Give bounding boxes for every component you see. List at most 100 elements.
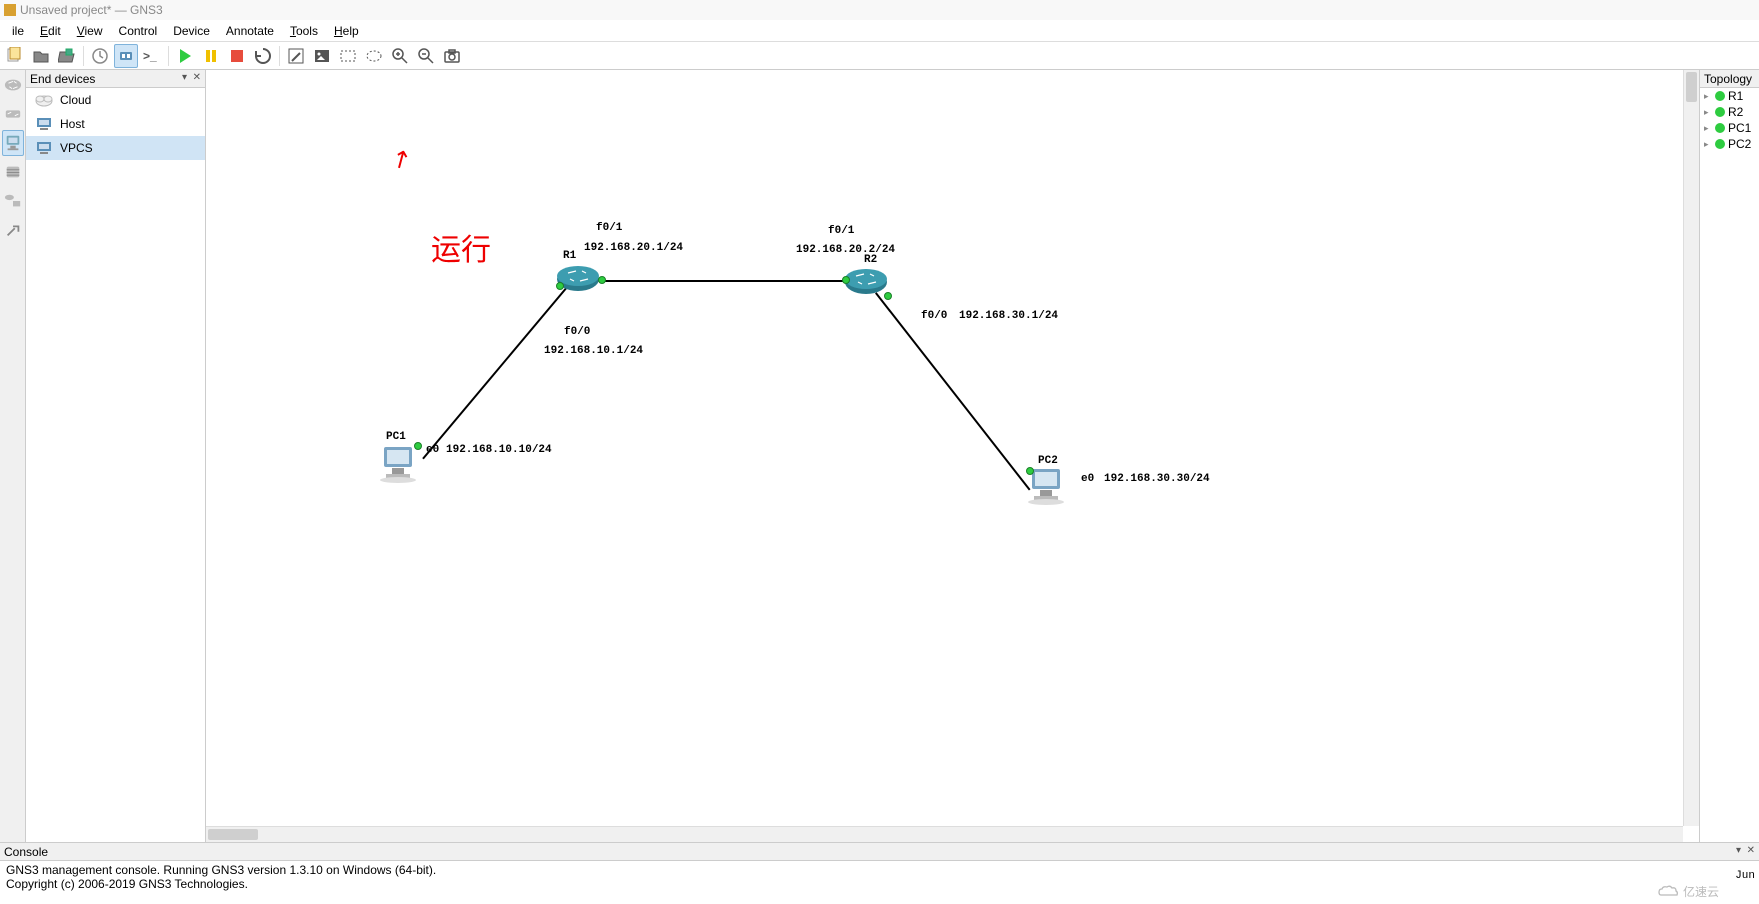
topology-panel-title: Topology: [1704, 72, 1752, 86]
all-devices-category-button[interactable]: [2, 188, 24, 214]
menu-tools[interactable]: Tools: [282, 24, 326, 38]
menu-device[interactable]: Device: [165, 24, 218, 38]
pc2-label: PC2: [1038, 455, 1058, 467]
status-dot-icon: [1715, 91, 1725, 101]
end-devices-category-button[interactable]: [2, 130, 24, 156]
menu-annotate[interactable]: Annotate: [218, 24, 282, 38]
zoom-out-button[interactable]: [414, 44, 438, 68]
watermark-text: 亿速云: [1683, 883, 1719, 900]
console-line: Copyright (c) 2006-2019 GNS3 Technologie…: [6, 877, 1753, 891]
open-project-button[interactable]: [29, 44, 53, 68]
screenshot-button[interactable]: [440, 44, 464, 68]
zoom-in-button[interactable]: [388, 44, 412, 68]
menu-help[interactable]: Help: [326, 24, 367, 38]
main-area: End devices ▾ ✕ Cloud Host VPCS ↗ 运行: [0, 70, 1759, 842]
save-project-button[interactable]: [55, 44, 79, 68]
r2-f00-ip: 192.168.30.1/24: [959, 310, 1058, 322]
r2-port-f00-dot: [884, 292, 892, 300]
r2-f00-label: f0/0: [921, 310, 947, 322]
topology-node-pc2[interactable]: ▸PC2: [1700, 136, 1759, 152]
svg-text:>_: >_: [143, 49, 157, 63]
node-r2[interactable]: [844, 268, 888, 296]
pin-icon[interactable]: ▾: [182, 72, 187, 83]
console-output[interactable]: GNS3 management console. Running GNS3 ve…: [0, 861, 1759, 893]
title-bar: Unsaved project* — GNS3: [0, 0, 1759, 20]
r2-port-f01-dot: [842, 276, 850, 284]
draw-ellipse-button[interactable]: [362, 44, 386, 68]
draw-rectangle-button[interactable]: [336, 44, 360, 68]
reload-all-button[interactable]: [251, 44, 275, 68]
device-host[interactable]: Host: [26, 112, 205, 136]
link-r1-r2[interactable]: [601, 280, 846, 282]
topology-node-label: PC1: [1728, 121, 1751, 135]
host-icon: [34, 116, 54, 132]
switches-category-button[interactable]: [2, 101, 24, 127]
status-dot-icon: [1715, 139, 1725, 149]
start-all-button[interactable]: [173, 44, 197, 68]
menu-edit[interactable]: Edit: [32, 24, 69, 38]
topology-node-pc1[interactable]: ▸PC1: [1700, 120, 1759, 136]
device-label: VPCS: [60, 141, 93, 155]
pc1-e0-ip: 192.168.10.10/24: [446, 444, 552, 456]
add-note-button[interactable]: [284, 44, 308, 68]
chevron-right-icon: ▸: [1704, 107, 1712, 118]
console-all-button[interactable]: >_: [140, 44, 164, 68]
device-panel-header: End devices ▾ ✕: [26, 70, 205, 88]
r2-f01-label: f0/1: [828, 225, 854, 237]
device-cloud[interactable]: Cloud: [26, 88, 205, 112]
status-dot-icon: [1715, 107, 1725, 117]
topology-node-label: R2: [1728, 105, 1743, 119]
device-panel: End devices ▾ ✕ Cloud Host VPCS: [26, 70, 206, 842]
console-line: GNS3 management console. Running GNS3 ve…: [6, 863, 1753, 877]
pin-icon[interactable]: ▾: [1736, 845, 1741, 856]
link-r1-pc1[interactable]: [423, 282, 572, 459]
vertical-scrollbar[interactable]: [1683, 70, 1699, 826]
pc2-port-e0-dot: [1026, 467, 1034, 475]
topology-canvas[interactable]: ↗ 运行 R1 f0/1 192.168.20.1/24 f0/0 192.16…: [206, 70, 1683, 826]
device-label: Cloud: [60, 93, 91, 107]
r1-f01-label: f0/1: [596, 222, 622, 234]
r1-f00-label: f0/0: [564, 326, 590, 338]
red-arrow-annotation: ↗: [385, 142, 417, 177]
pause-all-button[interactable]: [199, 44, 223, 68]
menu-control[interactable]: Control: [111, 24, 166, 38]
chevron-right-icon: ▸: [1704, 139, 1712, 150]
console-header: Console ▾ ✕: [0, 843, 1759, 861]
new-project-button[interactable]: [3, 44, 27, 68]
topology-panel: Topology ▸R1 ▸R2 ▸PC1 ▸PC2: [1699, 70, 1759, 842]
close-icon[interactable]: ✕: [1747, 845, 1755, 856]
topology-panel-header: Topology: [1700, 70, 1759, 88]
r1-f00-ip: 192.168.10.1/24: [544, 345, 643, 357]
status-right-text: Jun: [1735, 870, 1755, 882]
snapshot-button[interactable]: [88, 44, 112, 68]
menu-file[interactable]: ile: [4, 24, 32, 38]
insert-image-button[interactable]: [310, 44, 334, 68]
watermark: 亿速云: [1657, 883, 1719, 900]
add-link-button[interactable]: [2, 217, 24, 243]
pc1-label: PC1: [386, 431, 406, 443]
watermark-icon: [1657, 885, 1679, 899]
routers-category-button[interactable]: [2, 72, 24, 98]
console-title: Console: [4, 845, 48, 859]
device-vpcs[interactable]: VPCS: [26, 136, 205, 160]
security-category-button[interactable]: [2, 159, 24, 185]
r1-port-f00-dot: [556, 282, 564, 290]
device-panel-title: End devices: [30, 72, 95, 86]
app-icon: [4, 4, 16, 16]
status-dot-icon: [1715, 123, 1725, 133]
r1-label: R1: [563, 250, 576, 262]
r1-port-f01-dot: [598, 276, 606, 284]
annotation-text: 运行: [431, 225, 491, 269]
canvas-wrap: ↗ 运行 R1 f0/1 192.168.20.1/24 f0/0 192.16…: [206, 70, 1699, 842]
device-label: Host: [60, 117, 85, 131]
topology-node-r1[interactable]: ▸R1: [1700, 88, 1759, 104]
menu-view[interactable]: View: [69, 24, 111, 38]
close-icon[interactable]: ✕: [193, 72, 201, 83]
r2-f01-ip: 192.168.20.2/24: [796, 244, 895, 256]
show-interfaces-button[interactable]: [114, 44, 138, 68]
topology-node-r2[interactable]: ▸ R2: [1700, 104, 1759, 120]
horizontal-scrollbar[interactable]: [206, 826, 1683, 842]
pc2-e0-label: e0: [1081, 473, 1094, 485]
pc2-e0-ip: 192.168.30.30/24: [1104, 473, 1210, 485]
stop-all-button[interactable]: [225, 44, 249, 68]
